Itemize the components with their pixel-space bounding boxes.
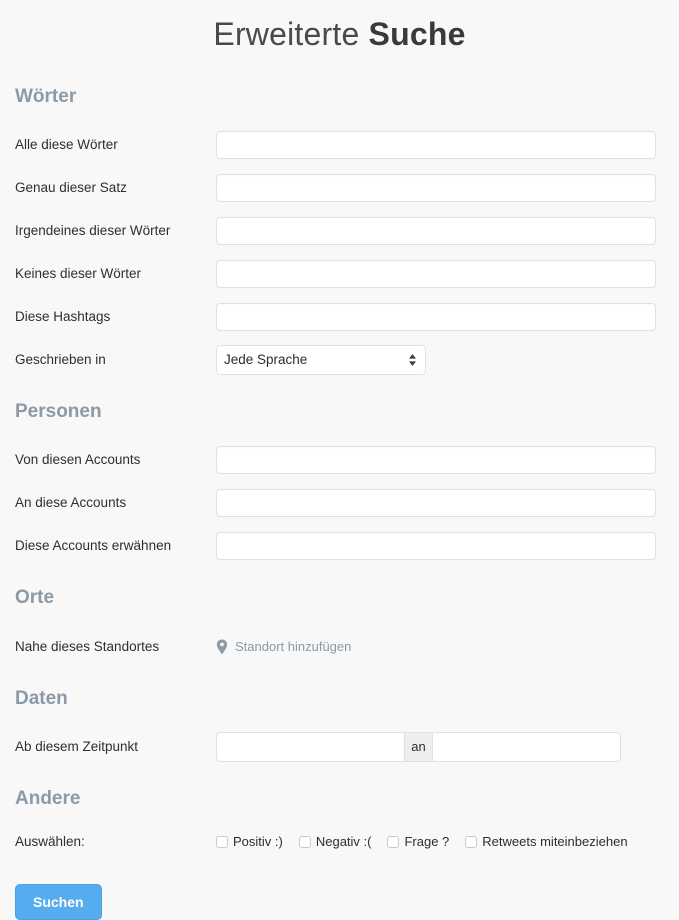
- input-none-words[interactable]: [216, 259, 656, 288]
- add-location-label: Standort hinzufügen: [235, 639, 352, 654]
- checkbox-positive-input[interactable]: [216, 835, 228, 848]
- page-title-bold: Suche: [368, 16, 466, 52]
- control-date-range: an: [216, 731, 679, 762]
- date-range-addon: an: [404, 731, 433, 762]
- checkbox-negative[interactable]: Negativ :(: [298, 834, 372, 849]
- input-mention-accounts[interactable]: [216, 531, 656, 560]
- form-row-filters: Auswählen: Positiv :) Negativ :( Frage ?: [0, 824, 679, 859]
- control-none-words: [216, 259, 679, 288]
- form-row-to-accounts: An diese Accounts: [0, 485, 679, 520]
- search-submit-button[interactable]: Suchen: [15, 884, 102, 920]
- checkbox-negative-input[interactable]: [298, 835, 311, 848]
- form-row-exact-phrase: Genau dieser Satz: [0, 170, 679, 205]
- date-range-group: an: [216, 731, 621, 762]
- form-row-all-words: Alle diese Wörter: [0, 127, 679, 162]
- checkbox-question-input[interactable]: [387, 835, 400, 848]
- label-all-words: Alle diese Wörter: [15, 136, 118, 152]
- add-location-link[interactable]: Standort hinzufügen: [216, 639, 351, 655]
- page-title-regular: Erweiterte: [213, 16, 369, 52]
- input-all-words[interactable]: [216, 130, 656, 159]
- section-heading-daten: Daten: [15, 688, 68, 709]
- filter-checkbox-group: Positiv :) Negativ :( Frage ? Retweets m…: [216, 834, 628, 849]
- control-filters: Positiv :) Negativ :( Frage ? Retweets m…: [216, 834, 679, 849]
- control-mention-accounts: [216, 531, 679, 560]
- label-near-location: Nahe dieses Standortes: [15, 638, 160, 654]
- form-row-near-location: Nahe dieses Standortes Standort hinzufüg…: [0, 629, 679, 664]
- label-language: Geschrieben in: [15, 351, 106, 367]
- form-row-language: Geschrieben in Jede Sprache: [0, 342, 679, 377]
- label-to-accounts: An diese Accounts: [15, 494, 127, 510]
- form-row-none-words: Keines dieser Wörter: [0, 256, 679, 291]
- section-heading-woerter: Wörter: [15, 86, 77, 107]
- checkbox-retweets-input[interactable]: [465, 835, 478, 848]
- input-hashtags[interactable]: [216, 302, 656, 331]
- input-any-words[interactable]: [216, 216, 656, 245]
- map-pin-icon: [216, 639, 228, 654]
- checkbox-question[interactable]: Frage ?: [387, 834, 449, 849]
- label-hashtags: Diese Hashtags: [15, 308, 111, 324]
- label-mention-accounts: Diese Accounts erwähnen: [15, 537, 172, 553]
- label-from-accounts: Von diesen Accounts: [15, 451, 141, 467]
- control-all-words: [216, 130, 679, 159]
- label-any-words: Irgendeines dieser Wörter: [15, 222, 171, 238]
- control-any-words: [216, 216, 679, 245]
- label-date-range: Ab diesem Zeitpunkt: [15, 738, 139, 754]
- checkbox-positive-label: Positiv :): [233, 834, 283, 849]
- form-row-date-range: Ab diesem Zeitpunkt an: [0, 729, 679, 764]
- control-to-accounts: [216, 488, 679, 517]
- control-near-location: Standort hinzufügen: [216, 639, 679, 655]
- form-row-mention-accounts: Diese Accounts erwähnen: [0, 528, 679, 563]
- language-select-wrapper: Jede Sprache: [216, 344, 426, 375]
- form-row-hashtags: Diese Hashtags: [0, 299, 679, 334]
- control-language: Jede Sprache: [216, 344, 679, 375]
- select-language[interactable]: Jede Sprache: [216, 344, 426, 375]
- input-date-from[interactable]: [216, 731, 404, 762]
- input-date-to[interactable]: [433, 731, 621, 762]
- section-heading-andere: Andere: [15, 788, 81, 809]
- control-from-accounts: [216, 445, 679, 474]
- advanced-search-page: Erweiterte Suche Wörter Alle diese Wörte…: [0, 0, 679, 920]
- checkbox-negative-label: Negativ :(: [315, 834, 372, 849]
- control-exact-phrase: [216, 173, 679, 202]
- section-heading-personen: Personen: [15, 401, 102, 422]
- form-row-from-accounts: Von diesen Accounts: [0, 442, 679, 477]
- checkbox-retweets[interactable]: Retweets miteinbeziehen: [465, 834, 628, 849]
- input-to-accounts[interactable]: [216, 488, 656, 517]
- form-row-any-words: Irgendeines dieser Wörter: [0, 213, 679, 248]
- checkbox-positive[interactable]: Positiv :): [216, 834, 283, 849]
- label-exact-phrase: Genau dieser Satz: [15, 179, 127, 195]
- section-heading-orte: Orte: [15, 587, 55, 608]
- control-hashtags: [216, 302, 679, 331]
- input-from-accounts[interactable]: [216, 445, 656, 474]
- label-none-words: Keines dieser Wörter: [15, 265, 142, 281]
- checkbox-retweets-label: Retweets miteinbeziehen: [482, 834, 628, 849]
- page-title: Erweiterte Suche: [0, 0, 679, 53]
- input-exact-phrase[interactable]: [216, 173, 656, 202]
- checkbox-question-label: Frage ?: [404, 834, 450, 849]
